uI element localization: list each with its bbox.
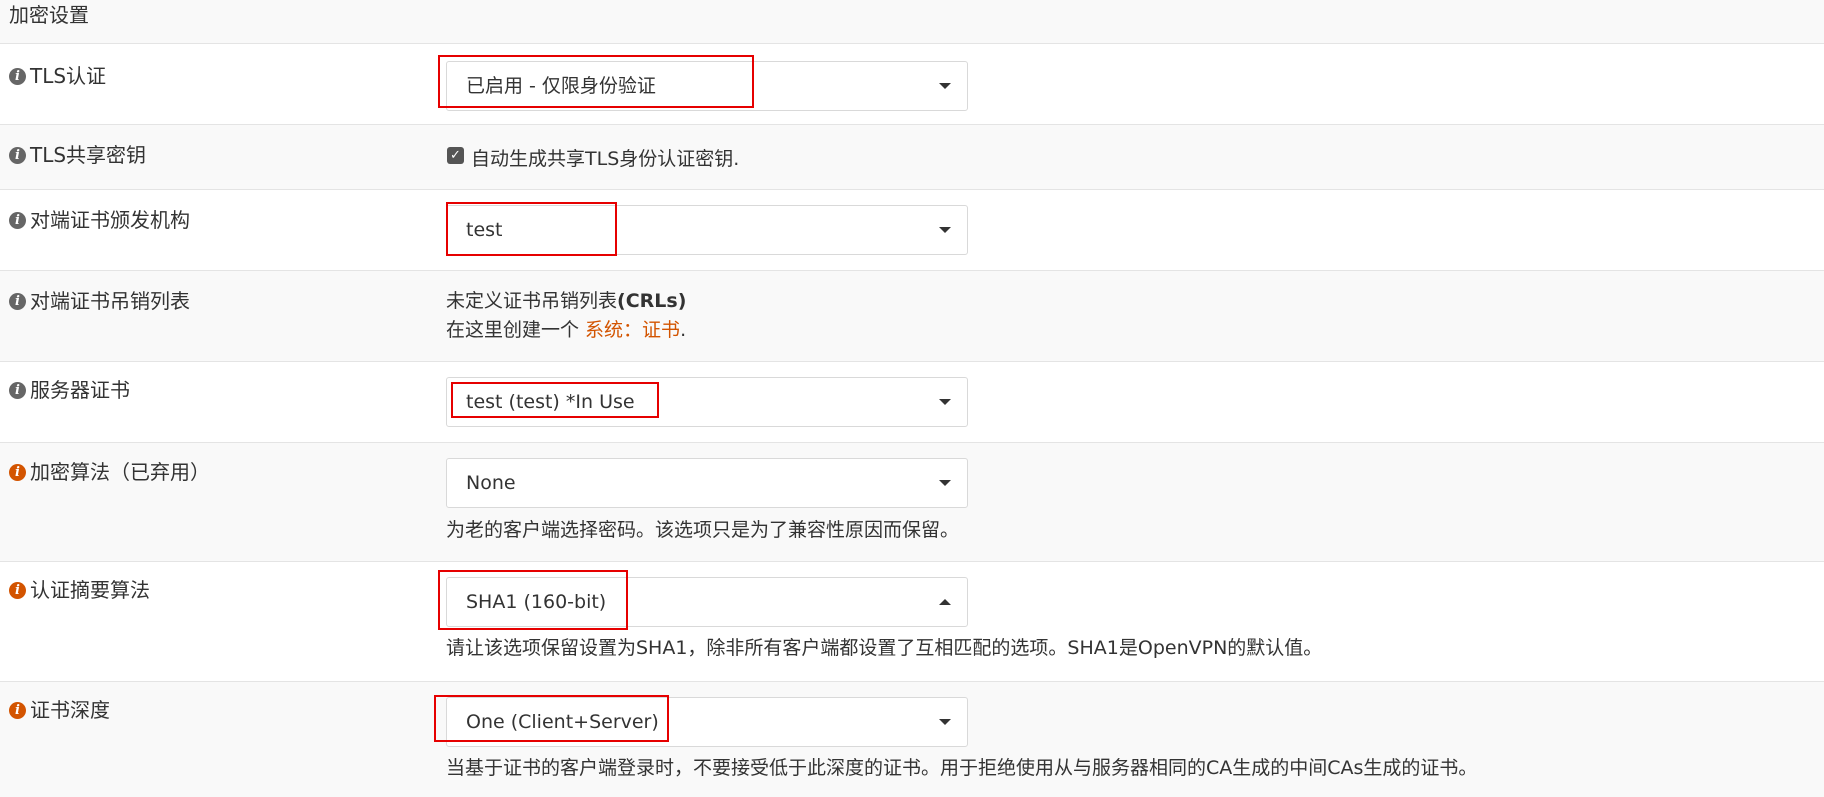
- crl-status-text: 未定义证书吊销列表(CRLs): [446, 290, 687, 312]
- row-label-peer-ca: i 对端证书颁发机构: [9, 207, 190, 233]
- row-label-cipher: i 加密算法（已弃用）: [9, 459, 210, 485]
- label-text: 加密算法（已弃用）: [30, 460, 210, 484]
- row-label-tls-key: i TLS共享密钥: [9, 142, 146, 168]
- info-icon[interactable]: i: [9, 381, 26, 399]
- row-label-auth-digest: i 认证摘要算法: [9, 577, 150, 603]
- row-cert-depth: i 证书深度 One (Client+Server) 当基于证书的客户端登录时，…: [0, 682, 1824, 797]
- info-icon-warning[interactable]: i: [9, 581, 26, 599]
- encryption-settings-panel: 加密设置 i TLS认证 已启用 - 仅限身份验证 i TLS共享密钥 ✓ 自动…: [0, 0, 1824, 797]
- select-value: test (test) *In Use: [466, 391, 635, 413]
- label-text: 服务器证书: [30, 378, 130, 402]
- select-value: test: [466, 219, 503, 241]
- row-server-cert: i 服务器证书 test (test) *In Use: [0, 362, 1824, 443]
- chevron-down-icon: [939, 83, 951, 89]
- section-title: 加密设置: [9, 3, 89, 27]
- auto-generate-key-checkbox[interactable]: ✓: [447, 147, 464, 164]
- cipher-help-text: 为老的客户端选择密码。该选项只是为了兼容性原因而保留。: [446, 519, 960, 541]
- row-peer-ca: i 对端证书颁发机构 test: [0, 190, 1824, 271]
- peer-ca-select[interactable]: test: [446, 205, 968, 255]
- info-icon[interactable]: i: [9, 292, 26, 310]
- cert-depth-help-text: 当基于证书的客户端登录时，不要接受低于此深度的证书。用于拒绝使用从与服务器相同的…: [446, 757, 1478, 779]
- info-icon[interactable]: i: [9, 211, 26, 229]
- select-value: None: [466, 472, 516, 494]
- select-value: One (Client+Server): [466, 711, 659, 733]
- row-tls-auth: i TLS认证 已启用 - 仅限身份验证: [0, 44, 1824, 125]
- row-cipher: i 加密算法（已弃用） None 为老的客户端选择密码。该选项只是为了兼容性原因…: [0, 443, 1824, 562]
- label-text: TLS共享密钥: [30, 143, 147, 167]
- chevron-up-icon: [939, 599, 951, 605]
- label-text: 证书深度: [30, 698, 110, 722]
- info-icon-warning[interactable]: i: [9, 701, 26, 719]
- info-icon[interactable]: i: [9, 146, 26, 164]
- auth-digest-select[interactable]: SHA1 (160-bit): [446, 577, 968, 627]
- row-peer-crl: i 对端证书吊销列表: [0, 271, 1824, 362]
- section-header: 加密设置: [0, 0, 1824, 44]
- chevron-down-icon: [939, 227, 951, 233]
- row-label-peer-crl: i 对端证书吊销列表: [9, 288, 190, 314]
- auth-digest-help-text: 请让该选项保留设置为SHA1，除非所有客户端都设置了互相匹配的选项。SHA1是O…: [446, 637, 1323, 659]
- select-value: SHA1 (160-bit): [466, 591, 607, 613]
- label-text: 认证摘要算法: [30, 578, 150, 602]
- label-text: TLS认证: [30, 64, 107, 88]
- server-cert-select[interactable]: test (test) *In Use: [446, 377, 968, 427]
- cipher-select[interactable]: None: [446, 458, 968, 508]
- checkbox-label: 自动生成共享TLS身份认证密钥.: [471, 148, 740, 170]
- label-text: 对端证书吊销列表: [30, 289, 190, 313]
- row-label-server-cert: i 服务器证书: [9, 377, 130, 403]
- chevron-down-icon: [939, 480, 951, 486]
- row-label-tls-auth: i TLS认证: [9, 63, 106, 89]
- cert-depth-select[interactable]: One (Client+Server): [446, 697, 968, 747]
- row-tls-key: i TLS共享密钥: [0, 125, 1824, 190]
- row-label-cert-depth: i 证书深度: [9, 697, 110, 723]
- chevron-down-icon: [939, 719, 951, 725]
- info-icon-warning[interactable]: i: [9, 463, 26, 481]
- system-certificates-link[interactable]: 系统：证书: [585, 319, 680, 341]
- tls-auth-select[interactable]: 已启用 - 仅限身份验证: [446, 61, 968, 111]
- select-value: 已启用 - 仅限身份验证: [466, 75, 656, 97]
- crl-create-text: 在这里创建一个 系统：证书.: [446, 319, 687, 341]
- chevron-down-icon: [939, 399, 951, 405]
- row-auth-digest: i 认证摘要算法 SHA1 (160-bit) 请让该选项保留设置为SHA1，除…: [0, 562, 1824, 682]
- label-text: 对端证书颁发机构: [30, 208, 190, 232]
- info-icon[interactable]: i: [9, 67, 26, 85]
